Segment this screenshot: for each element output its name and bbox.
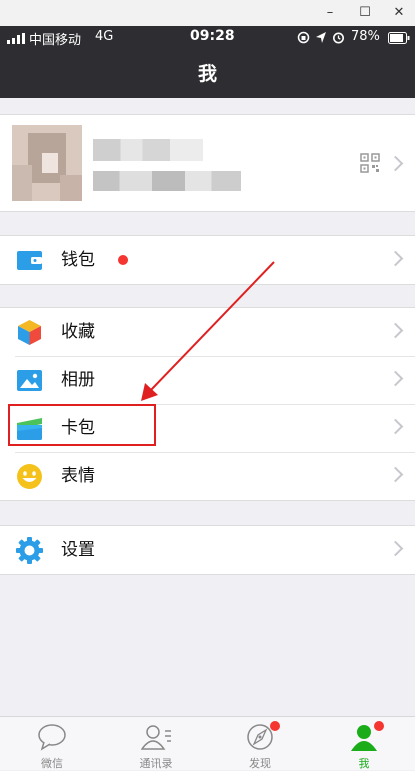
alarm-icon	[332, 31, 345, 48]
notification-badge	[270, 721, 280, 731]
tab-me[interactable]: 我	[312, 717, 415, 770]
smiley-icon	[16, 463, 43, 490]
menu-item-favorites[interactable]: 收藏	[0, 308, 415, 356]
wallet-section: 钱包	[0, 235, 415, 285]
menu-item-wallet[interactable]: 钱包	[0, 236, 415, 284]
menu-label-wallet: 钱包	[61, 250, 95, 270]
profile-name-blurred	[93, 139, 203, 161]
status-bar: 中国移动 4G 09:28 78%	[0, 26, 415, 50]
close-button[interactable]: ✕	[384, 3, 414, 23]
menu-item-settings[interactable]: 设置	[0, 526, 415, 574]
notification-badge	[118, 255, 128, 265]
chat-bubble-icon	[38, 724, 66, 751]
carrier-label: 中国移动	[29, 33, 82, 48]
menu-label-album: 相册	[61, 370, 95, 390]
window-titlebar: – ☐ ✕	[0, 0, 415, 26]
menu-item-stickers[interactable]: 表情	[0, 452, 415, 500]
annotation-highlight-box	[8, 404, 156, 446]
menu-item-album[interactable]: 相册	[0, 356, 415, 404]
chevron-right-icon	[387, 466, 404, 483]
tab-chats[interactable]: 微信	[0, 717, 104, 770]
wallet-icon	[16, 247, 43, 274]
maximize-button[interactable]: ☐	[350, 3, 380, 23]
rotation-lock-icon	[297, 31, 310, 48]
tab-bar: 微信 通讯录 发现 我	[0, 716, 415, 770]
menu-label-settings: 设置	[61, 540, 95, 560]
battery-percent: 78%	[351, 29, 380, 44]
network-label: 4G	[95, 29, 114, 44]
minimize-button[interactable]: –	[315, 3, 345, 23]
chevron-right-icon	[387, 370, 404, 387]
profile-id-blurred	[93, 171, 241, 191]
image-icon	[16, 367, 43, 394]
nav-bar: 我	[0, 50, 415, 98]
tab-contacts[interactable]: 通讯录	[104, 717, 208, 770]
cube-icon	[16, 319, 43, 346]
chevron-right-icon	[387, 322, 404, 339]
menu-label-favorites: 收藏	[61, 322, 95, 342]
gear-icon	[16, 537, 43, 564]
tab-discover[interactable]: 发现	[208, 717, 312, 770]
contacts-icon	[141, 725, 171, 750]
location-icon	[315, 31, 327, 48]
qr-code-icon[interactable]	[360, 153, 380, 177]
clock-label: 09:28	[190, 28, 235, 44]
battery-icon	[388, 32, 410, 48]
chevron-right-icon	[387, 155, 404, 172]
menu-label-stickers: 表情	[61, 466, 95, 486]
chevron-right-icon	[387, 250, 404, 267]
chevron-right-icon	[387, 418, 404, 435]
page-title: 我	[197, 63, 217, 85]
chevron-right-icon	[387, 540, 404, 557]
signal-icon	[7, 33, 25, 48]
settings-section: 设置	[0, 525, 415, 575]
notification-badge	[374, 721, 384, 731]
avatar	[12, 125, 82, 201]
profile-card[interactable]	[0, 114, 415, 212]
